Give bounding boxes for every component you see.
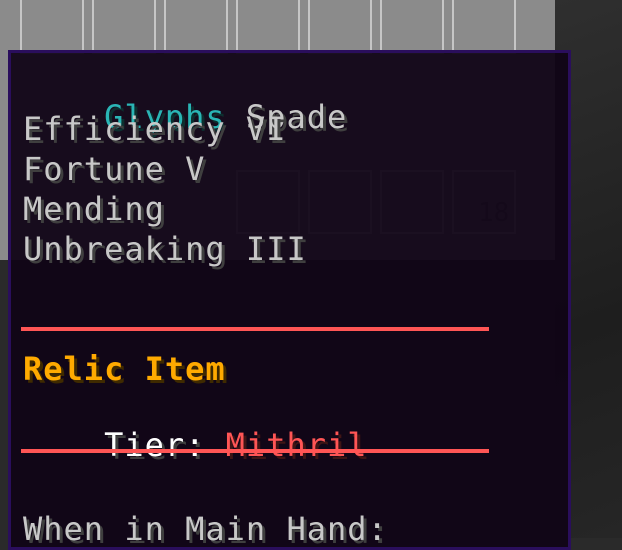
inventory-slot[interactable] xyxy=(308,0,372,54)
tier-value: Mithril xyxy=(225,426,368,464)
tier-label: Tier: xyxy=(104,426,226,464)
inventory-slot[interactable] xyxy=(236,0,300,54)
inventory-slot[interactable] xyxy=(92,0,156,54)
tooltip-divider xyxy=(21,327,489,331)
inventory-slot[interactable] xyxy=(164,0,228,54)
inventory-slot[interactable] xyxy=(20,0,84,54)
enchantment-line: Unbreaking III xyxy=(23,230,307,268)
enchantment-line: Efficiency VI xyxy=(23,110,287,148)
inventory-slot[interactable] xyxy=(452,0,516,54)
tier-line: Tier: Mithril xyxy=(23,391,368,499)
main-hand-label: When in Main Hand: xyxy=(23,510,388,548)
tooltip-divider xyxy=(21,449,489,453)
inventory-slot[interactable] xyxy=(380,0,444,54)
relic-item-label: Relic Item xyxy=(23,350,226,388)
enchantment-line: Fortune V xyxy=(23,150,206,188)
item-tooltip: Glyphs Spade Efficiency VI Fortune V Men… xyxy=(8,50,571,550)
enchantment-line: Mending xyxy=(23,190,165,228)
